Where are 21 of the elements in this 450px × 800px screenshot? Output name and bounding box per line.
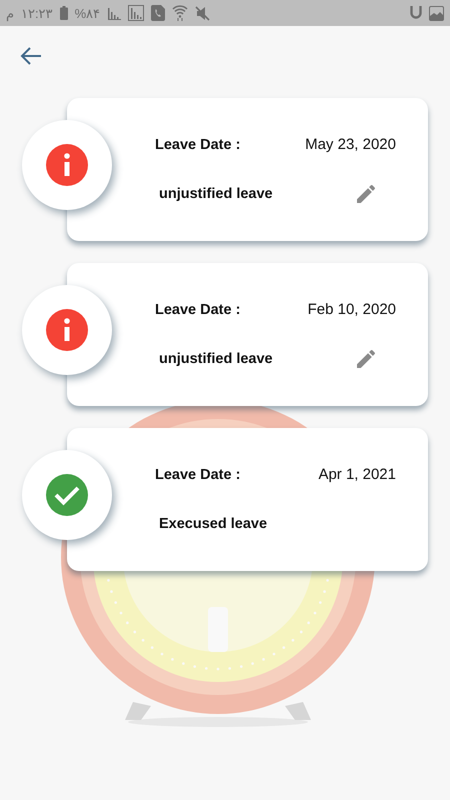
leave-date: Feb 10, 2020 [308, 300, 396, 318]
signal-icon [128, 5, 144, 21]
magnet-icon [410, 6, 422, 20]
wifi-icon [172, 5, 188, 21]
phone-icon [151, 5, 166, 21]
battery-icon [60, 6, 68, 20]
mute-icon [195, 6, 210, 20]
battery-level: %۸۴ [74, 6, 100, 20]
signal-icon [107, 6, 122, 20]
leave-date: May 23, 2020 [305, 135, 396, 154]
leave-date-label: Leave Date : [155, 136, 242, 153]
leave-date-label: Leave Date : [155, 466, 242, 483]
image-icon [429, 6, 444, 20]
back-button[interactable] [20, 46, 42, 66]
clock-time: ۱۲:۲۳ [21, 6, 53, 20]
leave-type: unjustified leave [158, 186, 274, 204]
leave-type: unjustified leave [158, 351, 274, 370]
leave-type: Execused leave [158, 516, 268, 534]
leave-date-label: Leave Date : [155, 300, 242, 318]
leave-date: Apr 1, 2021 [318, 465, 396, 484]
time-period: م [6, 6, 14, 20]
